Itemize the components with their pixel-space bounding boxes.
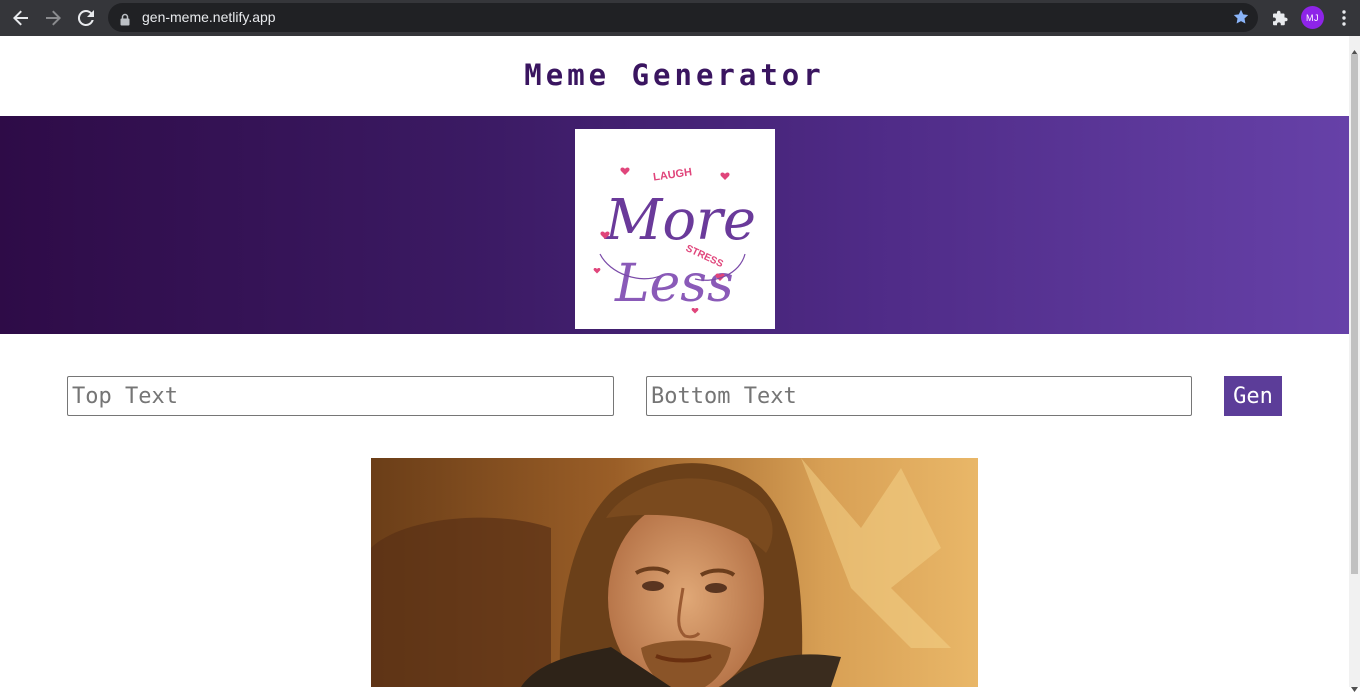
- bottom-text-input[interactable]: [646, 376, 1192, 416]
- browser-toolbar: gen-meme.netlify.app MJ: [0, 0, 1360, 36]
- back-icon[interactable]: [9, 6, 33, 30]
- lock-icon: [120, 11, 130, 30]
- reload-icon[interactable]: [74, 6, 98, 30]
- logo-word-more: More: [604, 188, 756, 253]
- address-bar[interactable]: gen-meme.netlify.app: [108, 3, 1258, 32]
- menu-kebab-icon[interactable]: [1334, 6, 1354, 30]
- page-title: Meme Generator: [524, 58, 825, 92]
- top-text-input[interactable]: [67, 376, 614, 416]
- extensions-puzzle-icon[interactable]: [1268, 6, 1292, 30]
- profile-avatar[interactable]: MJ: [1301, 6, 1324, 29]
- page-scrollbar[interactable]: [1349, 36, 1360, 692]
- bookmark-star-icon[interactable]: [1233, 9, 1249, 29]
- url-text: gen-meme.netlify.app: [142, 9, 276, 25]
- hero-banner: LAUGH More STRESS Less: [0, 116, 1349, 334]
- scrollbar-thumb[interactable]: [1351, 54, 1358, 574]
- logo-word-laugh: LAUGH: [652, 166, 692, 183]
- page: Meme Generator LAUGH More STRESS Less To…: [0, 36, 1349, 687]
- meme-image: [371, 458, 978, 687]
- logo-word-less: Less: [614, 254, 734, 314]
- laugh-more-stress-less-logo: LAUGH More STRESS Less: [575, 129, 775, 329]
- forward-icon[interactable]: [41, 6, 65, 30]
- generate-button[interactable]: Gen: [1224, 376, 1282, 416]
